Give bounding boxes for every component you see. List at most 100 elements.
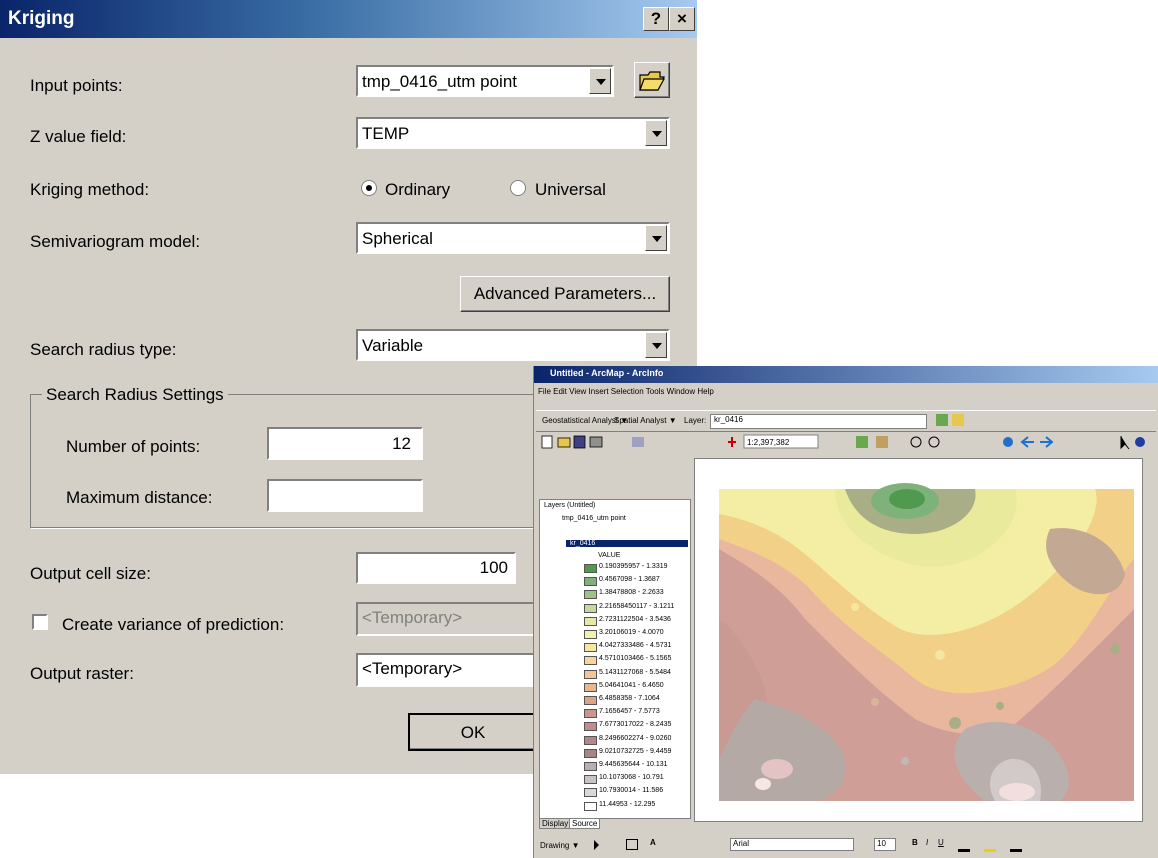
text-tool-icon[interactable]: A [650, 838, 656, 847]
legend-label: 0.4567098 - 1.3687 [599, 576, 660, 584]
legend-swatch[interactable] [584, 669, 597, 679]
variance-checkbox[interactable] [32, 614, 48, 630]
radius-type-dropdown[interactable]: Variable [356, 329, 670, 361]
legend-swatch[interactable] [584, 590, 597, 600]
line-color-icon[interactable] [1010, 837, 1022, 852]
legend-swatch[interactable] [584, 656, 597, 666]
tab-source[interactable]: Source [569, 818, 601, 829]
chevron-down-icon[interactable] [645, 225, 667, 251]
cell-size-label: Output cell size: [30, 564, 151, 583]
legend-swatch[interactable] [584, 722, 597, 732]
legend-label: 2.7231122504 - 3.5436 [599, 615, 671, 623]
kriging-surface-map[interactable] [695, 459, 1142, 821]
dialog-titlebar: Kriging ? × [0, 0, 697, 38]
arcmap-menubar[interactable]: File Edit View Insert Selection Tools Wi… [538, 387, 714, 396]
toc-layers-root[interactable]: Layers (Untitled) [544, 502, 595, 509]
variance-output-input: <Temporary> [356, 602, 536, 636]
legend-label: 7.6773017022 - 8.2435 [599, 721, 672, 729]
open-folder-icon [639, 71, 666, 91]
legend-swatch[interactable] [584, 775, 597, 785]
legend-swatch[interactable] [584, 709, 597, 719]
legend-label: 5.04641041 - 6.4650 [599, 681, 664, 689]
radius-type-value: Variable [362, 336, 424, 355]
legend-swatch[interactable] [584, 801, 597, 811]
arcmap-window: Untitled - ArcMap - ArcInfo File Edit Vi… [533, 366, 1158, 858]
toc-value-heading: VALUE [598, 552, 621, 559]
close-button[interactable]: × [669, 7, 695, 31]
drawing-toolbar: Drawing ▼ A Arial 10 B I U [534, 832, 1158, 858]
histogram-icon[interactable] [952, 414, 964, 426]
ok-button[interactable]: OK [408, 713, 538, 751]
legend-swatch[interactable] [584, 788, 597, 798]
ordinary-label[interactable]: Ordinary [385, 180, 450, 200]
legend-label: 8.2496602274 - 9.0260 [599, 734, 672, 742]
universal-label[interactable]: Universal [535, 180, 606, 200]
cell-size-input[interactable]: 100 [356, 552, 516, 584]
method-label: Kriging method: [30, 180, 150, 199]
input-points-label: Input points: [30, 76, 123, 95]
model-dropdown[interactable]: Spherical [356, 222, 670, 254]
chevron-down-icon[interactable] [645, 120, 667, 146]
z-field-dropdown[interactable]: TEMP [356, 117, 670, 149]
font-color-icon[interactable] [958, 837, 970, 852]
radius-type-label: Search radius type: [30, 340, 177, 359]
max-distance-label: Maximum distance: [66, 488, 213, 507]
legend-label: 5.1431127068 - 5.5484 [599, 668, 671, 676]
toc-points-layer[interactable]: tmp_0416_utm point [562, 515, 626, 522]
legend-swatch[interactable] [584, 696, 597, 705]
tab-display[interactable]: Display [539, 818, 572, 829]
legend-swatch[interactable] [584, 616, 597, 626]
bold-button[interactable]: B [912, 838, 918, 847]
max-distance-input[interactable] [267, 479, 423, 512]
legend-swatch[interactable] [584, 564, 597, 573]
rectangle-icon[interactable] [626, 839, 638, 850]
advanced-parameters-button[interactable]: Advanced Parameters... [460, 276, 670, 312]
ordinary-radio[interactable] [361, 180, 377, 196]
legend-swatch[interactable] [584, 643, 597, 653]
chevron-down-icon[interactable] [589, 68, 611, 94]
spatial-menu[interactable]: Spatial Analyst ▼ [614, 416, 677, 425]
font-dropdown[interactable]: Arial [730, 838, 854, 851]
layer-dropdown[interactable]: kr_0416 [710, 414, 927, 429]
z-field-value: TEMP [362, 124, 410, 143]
layer-label: Layer: [684, 416, 707, 425]
legend-label: 2.21658450117 - 3.1211 [599, 602, 675, 610]
legend-swatch[interactable] [584, 603, 597, 613]
model-value: Spherical [362, 229, 433, 248]
legend-swatch[interactable] [584, 630, 597, 639]
table-of-contents[interactable]: Layers (Untitled) tmp_0416_utm point kr_… [539, 499, 691, 819]
legend-label: 6.4858358 - 7.1064 [599, 695, 660, 702]
universal-radio[interactable] [510, 180, 526, 196]
legend-label: 9.445635644 - 10.131 [599, 761, 668, 768]
legend-label: 10.1073068 - 10.791 [599, 774, 664, 782]
fill-color-icon[interactable] [984, 837, 996, 852]
legend-label: 4.0427333486 - 4.5731 [599, 642, 672, 650]
standard-toolbar: 1:2,397,382 [536, 432, 1156, 452]
legend-swatch[interactable] [584, 762, 597, 771]
num-points-label: Number of points: [66, 437, 201, 456]
layer-tool-icon[interactable] [936, 414, 948, 426]
legend-label: 9.0210732725 - 9.4459 [599, 747, 672, 755]
browse-folder-button[interactable] [634, 62, 670, 98]
italic-button[interactable]: I [926, 838, 928, 847]
num-points-input[interactable]: 12 [267, 427, 423, 460]
toc-raster-layer[interactable]: kr_0416 [566, 540, 688, 547]
legend-swatch[interactable] [584, 735, 597, 745]
legend-label: 3.20106019 - 4.0070 [599, 629, 664, 636]
input-points-value: tmp_0416_utm point [362, 72, 517, 91]
output-raster-input[interactable]: <Temporary> [356, 653, 536, 687]
toolbar-icons[interactable]: 1:2,397,382 [536, 433, 1156, 451]
legend-swatch[interactable] [584, 682, 597, 692]
map-view[interactable] [694, 458, 1143, 822]
select-pointer-icon[interactable] [594, 840, 599, 850]
drawing-menu[interactable]: Drawing ▼ [540, 841, 579, 850]
chevron-down-icon[interactable] [645, 332, 667, 358]
legend-swatch[interactable] [584, 577, 597, 587]
legend-swatch[interactable] [584, 748, 597, 758]
dialog-title: Kriging [8, 8, 75, 29]
input-points-dropdown[interactable]: tmp_0416_utm point [356, 65, 614, 97]
arcmap-title: Untitled - ArcMap - ArcInfo [550, 368, 664, 378]
help-button[interactable]: ? [643, 7, 669, 31]
underline-button[interactable]: U [938, 838, 944, 847]
font-size-dropdown[interactable]: 10 [874, 838, 896, 851]
